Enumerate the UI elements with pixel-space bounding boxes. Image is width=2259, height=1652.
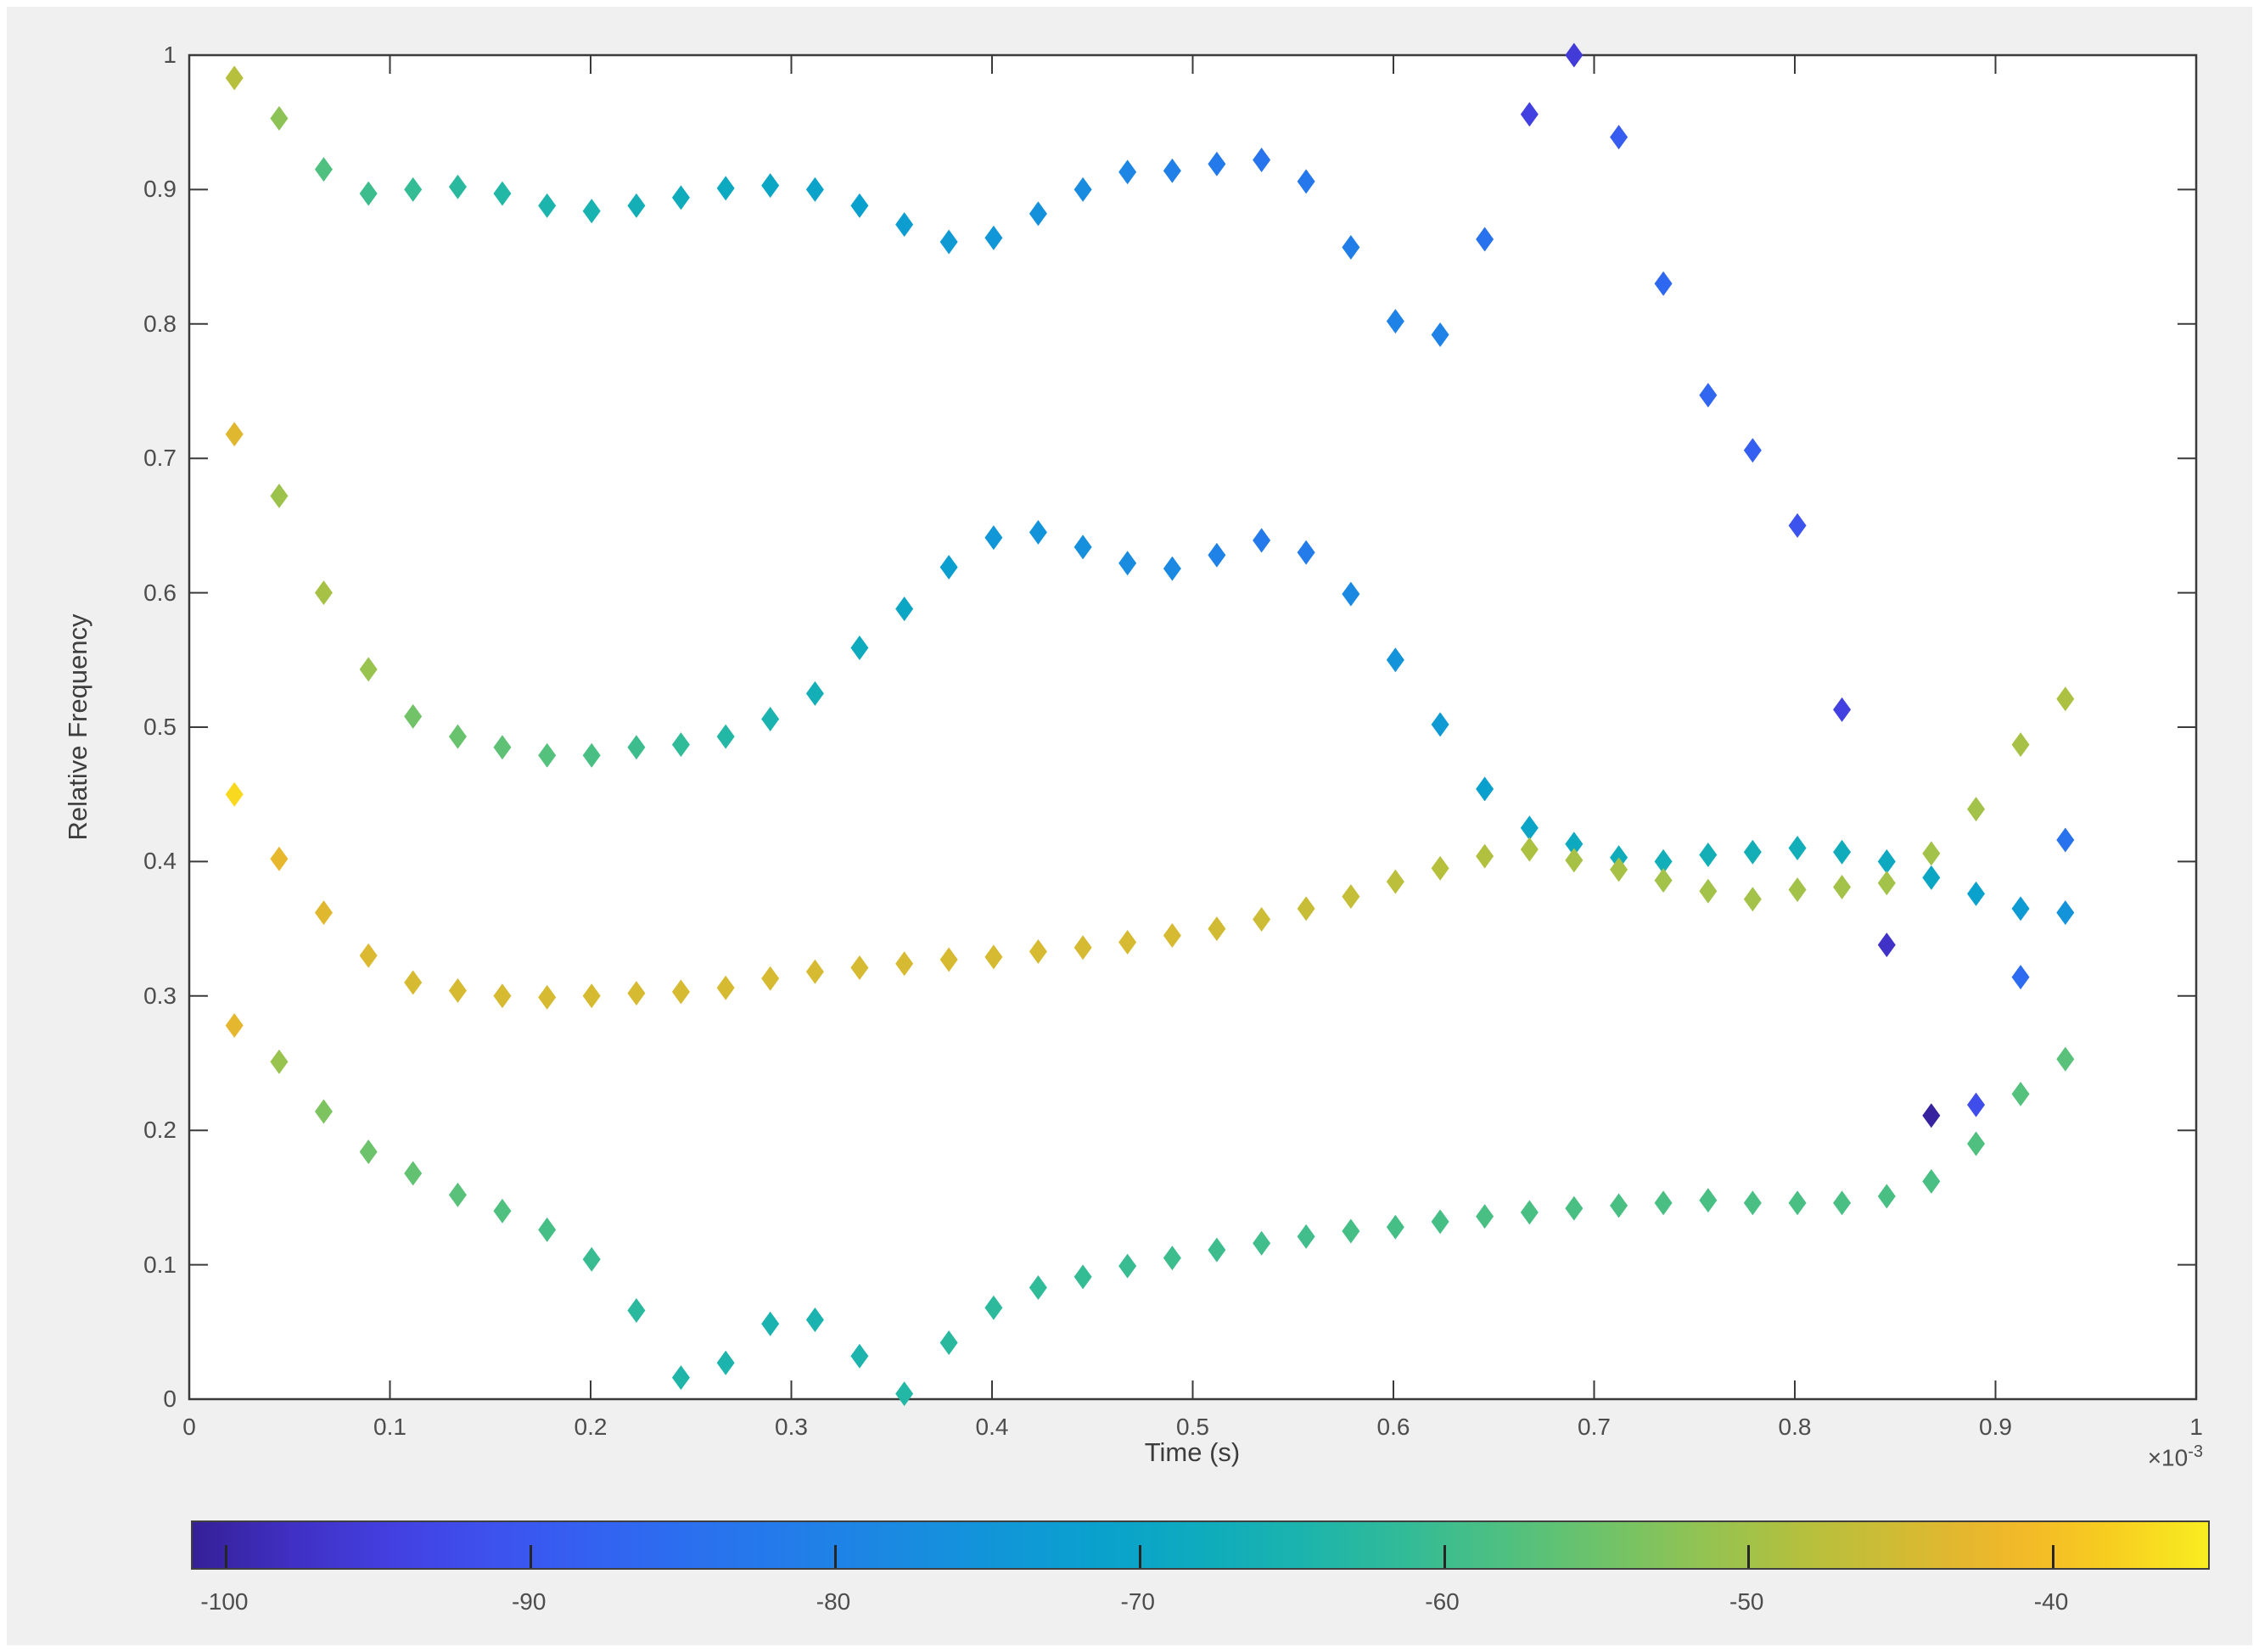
y-tick-label: 0.6 — [100, 580, 177, 607]
x-tick-label: 0.9 — [1958, 1414, 2034, 1441]
x-tick-label: 0.8 — [1757, 1414, 1833, 1441]
colorbar-tick-label: -90 — [482, 1588, 575, 1616]
y-tick-label: 0.8 — [100, 311, 177, 338]
x-tick-label: 1 — [2158, 1414, 2234, 1441]
y-tick-label: 1 — [100, 42, 177, 69]
colorbar-tick — [1139, 1545, 1141, 1568]
colorbar-tick — [225, 1545, 227, 1568]
colorbar-tick-label: -70 — [1091, 1588, 1185, 1616]
y-tick-label: 0.9 — [100, 176, 177, 203]
colorbar — [191, 1520, 2210, 1570]
multiplier-base: ×10 — [2148, 1444, 2189, 1470]
plot-area — [189, 55, 2196, 1399]
colorbar-tick — [834, 1545, 837, 1568]
colorbar-tick-label: -80 — [787, 1588, 880, 1616]
colorbar-tick — [1443, 1545, 1446, 1568]
x-axis-label: Time (s) — [1145, 1437, 1241, 1468]
y-tick-label: 0.5 — [100, 714, 177, 741]
x-tick-label: 0.1 — [352, 1414, 429, 1441]
y-tick-label: 0.4 — [100, 848, 177, 875]
colorbar-tick — [2052, 1545, 2054, 1568]
x-tick-label: 0 — [151, 1414, 227, 1441]
colorbar-tick-label: -60 — [1396, 1588, 1489, 1616]
colorbar-tick-label: -100 — [177, 1588, 271, 1616]
x-tick-label: 0.3 — [754, 1414, 830, 1441]
x-tick-label: 0.2 — [552, 1414, 629, 1441]
colorbar-tick — [1747, 1545, 1750, 1568]
figure-canvas: 0 0.1 0.2 0.3 0.4 0.5 0.6 0.7 0.8 0.9 1 0 0.1 0.2 0.3… — [0, 0, 2259, 1652]
y-axis-label: Relative Frequency — [63, 613, 93, 840]
y-tick-label: 0.1 — [100, 1252, 177, 1279]
colorbar-tick — [530, 1545, 532, 1568]
colorbar-tick-label: -50 — [1700, 1588, 1793, 1616]
multiplier-exponent: -3 — [2188, 1442, 2203, 1461]
x-tick-label: 0.7 — [1556, 1414, 1633, 1441]
y-tick-label: 0.7 — [100, 445, 177, 472]
colorbar-tick-label: -40 — [2004, 1588, 2098, 1616]
y-tick-label: 0 — [100, 1386, 177, 1413]
x-tick-label: 0.4 — [954, 1414, 1030, 1441]
y-tick-label: 0.2 — [100, 1117, 177, 1144]
x-tick-label: 0.6 — [1355, 1414, 1432, 1441]
x-axis-multiplier: ×10-3 — [2148, 1442, 2203, 1471]
y-tick-label: 0.3 — [100, 983, 177, 1010]
